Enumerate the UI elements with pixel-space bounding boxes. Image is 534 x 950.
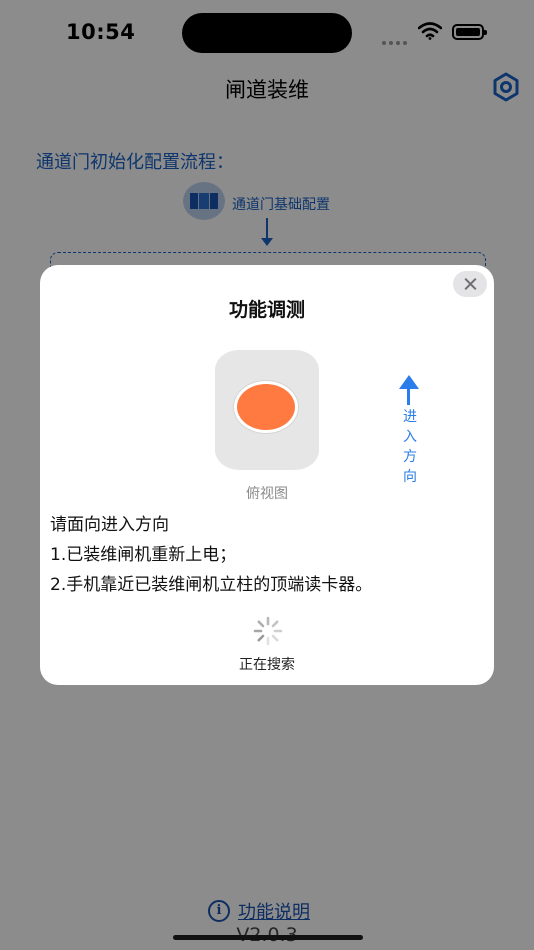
top-view-label: 俯视图	[246, 486, 288, 502]
close-icon[interactable]	[453, 271, 487, 297]
instruction-step-2: 2.手机靠近已装维闸机立柱的顶端读卡器。	[50, 575, 373, 595]
home-indicator[interactable]	[173, 935, 363, 940]
loading-spinner-icon	[253, 616, 283, 646]
direction-arrow-shaft	[407, 389, 410, 405]
card-reader-top-view	[215, 350, 319, 470]
instruction-step-1: 1.已装维闸机重新上电；	[50, 545, 237, 565]
dialog-title: 功能调测	[228, 299, 305, 321]
arrow-up-icon	[399, 375, 419, 389]
entry-direction-label: 进 入 方 向	[403, 409, 417, 485]
searching-status: 正在搜索	[239, 657, 295, 673]
instruction-face-direction: 请面向进入方向	[50, 515, 169, 535]
function-test-dialog: 功能调测 俯视图 进 入 方 向 请面向进入方向 1.已装维闸机重新上电； 2.…	[40, 265, 494, 685]
reader-sensor-dot	[237, 384, 295, 430]
